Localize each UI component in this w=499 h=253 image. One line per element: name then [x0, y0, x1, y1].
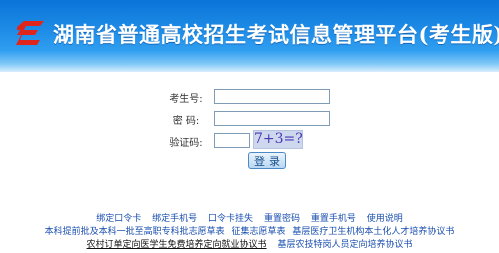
link-rural-medical-agreement[interactable]: 农村订单定向医学生免费培养定向就业协议书: [87, 240, 267, 250]
link-medical-talent-agreement[interactable]: 基层医疗卫生机构本土化人才培养协议书: [292, 227, 454, 237]
logo-icon: [16, 21, 44, 45]
link-reset-phone[interactable]: 重置手机号: [311, 214, 356, 224]
link-supplementary-draft[interactable]: 征集志愿草表: [231, 227, 285, 237]
login-button[interactable]: 登录: [248, 152, 286, 169]
links-row-forms: 本科提前批及本科一批至高职专科批志愿草表 征集志愿草表 基层医疗卫生机构本土化人…: [0, 224, 499, 237]
link-report-token-loss[interactable]: 口令卡挂失: [208, 214, 253, 224]
link-agri-tech-agreement[interactable]: 基层农技特岗人员定向培养协议书: [277, 240, 412, 250]
password-input[interactable]: [214, 111, 330, 126]
header-banner: 湖南省普通高校招生考试信息管理平台(考生版): [0, 0, 499, 72]
link-bind-phone[interactable]: 绑定手机号: [152, 214, 197, 224]
links-row-account: 绑定口令卡 绑定手机号 口令卡挂失 重置密码 重置手机号 使用说明: [0, 211, 499, 224]
links-row-agreements: 农村订单定向医学生免费培养定向就业协议书 基层农技特岗人员定向培养协议书: [0, 237, 499, 250]
link-reset-password[interactable]: 重置密码: [264, 214, 300, 224]
link-user-guide[interactable]: 使用说明: [367, 214, 403, 224]
page-title: 湖南省普通高校招生考试信息管理平台(考生版): [53, 22, 499, 47]
captcha-image[interactable]: 7+3=?: [253, 130, 303, 149]
link-undergrad-draft[interactable]: 本科提前批及本科一批至高职专科批志愿草表: [45, 227, 225, 237]
link-bind-token-card[interactable]: 绑定口令卡: [96, 214, 141, 224]
captcha-input[interactable]: [214, 133, 250, 148]
exam-number-label: 考生号:: [169, 94, 203, 105]
exam-number-input[interactable]: [214, 89, 330, 104]
captcha-label: 验证码:: [169, 138, 203, 149]
password-label: 密 码:: [172, 116, 200, 127]
